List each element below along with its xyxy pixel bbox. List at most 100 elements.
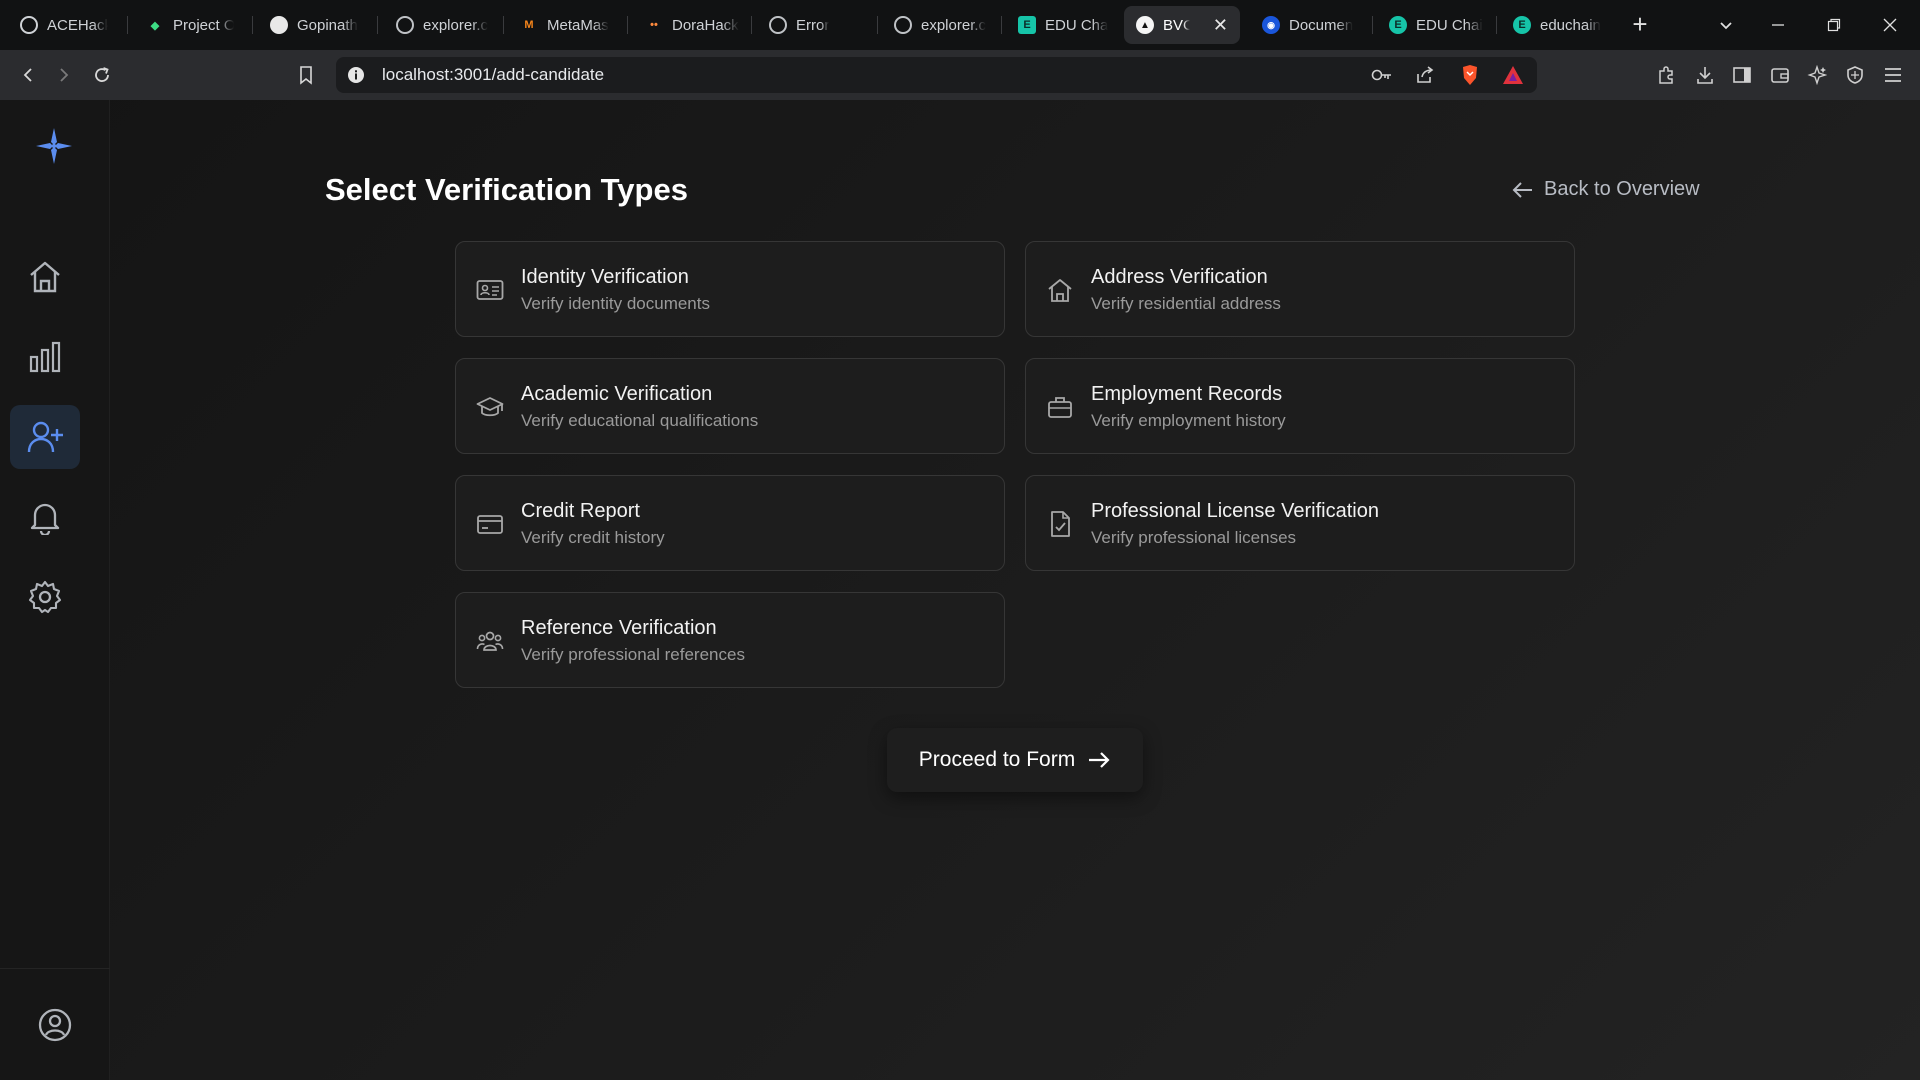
card-subtitle: Verify credit history [521, 528, 665, 547]
sidebar-item-home[interactable] [10, 245, 80, 309]
sidebar-item-add-candidate[interactable] [10, 405, 80, 469]
forward-nav-icon[interactable] [49, 60, 79, 90]
card-title: Credit Report [521, 500, 640, 522]
tab-search-chevron-icon[interactable] [1700, 0, 1752, 50]
site-info-icon[interactable] [343, 62, 369, 88]
sidebar-item-settings[interactable] [10, 565, 80, 629]
tab-divider [627, 16, 628, 34]
tab-divider [1001, 16, 1002, 34]
card-title: Address Verification [1091, 266, 1268, 288]
verification-card-employment[interactable]: Employment Records Verify employment his… [1025, 358, 1575, 454]
tab-label: EDU Cha [1045, 16, 1109, 34]
verification-card-academic[interactable]: Academic Verification Verify educational… [455, 358, 1005, 454]
sparkle-logo-icon[interactable] [34, 126, 74, 166]
tab-label: BVC [1163, 16, 1190, 34]
share-icon[interactable] [1412, 62, 1438, 88]
tab-label: Project O [173, 16, 234, 34]
user-plus-icon [27, 421, 63, 453]
tab-label: MetaMas [547, 16, 609, 34]
browser-tab[interactable]: explorer.c [882, 6, 1000, 44]
tab-label: Error [796, 16, 830, 34]
password-key-icon[interactable] [1369, 62, 1395, 88]
brave-rewards-icon[interactable] [1500, 62, 1526, 88]
arrow-left-icon [1512, 181, 1532, 198]
tab-divider [377, 16, 378, 34]
back-nav-icon[interactable] [13, 60, 43, 90]
close-tab-icon[interactable]: ✕ [1213, 15, 1228, 36]
verification-card-credit[interactable]: Credit Report Verify credit history [455, 475, 1005, 571]
card-title: Reference Verification [521, 617, 717, 639]
arrow-right-icon [1089, 752, 1110, 768]
sidebar [0, 100, 110, 1080]
browser-tab[interactable]: Error [757, 6, 877, 44]
tab-label: Documen [1289, 16, 1354, 34]
new-tab-icon[interactable]: + [1625, 8, 1655, 42]
menu-icon[interactable] [1880, 62, 1906, 88]
restore-icon[interactable] [1808, 0, 1860, 50]
back-to-overview-label: Back to Overview [1544, 178, 1700, 200]
close-window-icon[interactable] [1864, 0, 1916, 50]
reload-icon[interactable] [87, 60, 117, 90]
browser-tab[interactable]: E EDU Cha [1006, 6, 1124, 44]
page-title: Select Verification Types [325, 172, 688, 207]
card-title: Professional License Verification [1091, 500, 1379, 522]
sidebar-divider [0, 968, 110, 969]
card-subtitle: Verify educational qualifications [521, 411, 759, 430]
user-circle-icon[interactable] [37, 1007, 73, 1043]
card-title: Employment Records [1091, 383, 1283, 405]
downloads-icon[interactable] [1692, 62, 1718, 88]
tab-label: explorer.c [921, 16, 987, 34]
edu-circle-icon: E [1513, 16, 1531, 34]
leo-ai-icon[interactable] [1804, 62, 1830, 88]
brave-shield-icon[interactable] [1457, 62, 1483, 88]
card-subtitle: Verify residential address [1091, 294, 1281, 313]
sidebar-toggle-icon[interactable] [1729, 62, 1755, 88]
credit-card-icon [477, 515, 503, 534]
tab-divider [877, 16, 878, 34]
browser-tab[interactable]: ◆ Project O [134, 6, 246, 44]
document-check-icon [1051, 511, 1070, 537]
verification-card-address[interactable]: Address Verification Verify residential … [1025, 241, 1575, 337]
verification-card-identity[interactable]: Identity Verification Verify identity do… [455, 241, 1005, 337]
extensions-icon[interactable] [1653, 62, 1679, 88]
browser-tab-active[interactable]: ▲ BVC ✕ [1124, 6, 1240, 44]
verification-card-professional-license[interactable]: Professional License Verification Verify… [1025, 475, 1575, 571]
tab-label: explorer.c [423, 16, 489, 34]
url-text[interactable]: localhost:3001/add-candidate [382, 65, 604, 85]
sidebar-item-notifications[interactable] [10, 485, 80, 549]
metamask-icon: M [524, 19, 534, 31]
browser-tab[interactable]: ◉ Documen [1250, 6, 1370, 44]
card-title: Academic Verification [521, 383, 713, 405]
verification-card-reference[interactable]: Reference Verification Verify profession… [455, 592, 1005, 688]
wallet-icon[interactable] [1767, 62, 1793, 88]
gear-icon [28, 580, 62, 614]
browser-tab[interactable]: Gopinath [258, 6, 372, 44]
browser-tab[interactable]: M MetaMas [508, 6, 626, 44]
globe-icon [769, 16, 787, 34]
tab-divider [503, 16, 504, 34]
browser-tab[interactable]: •• DoraHack [633, 6, 753, 44]
tab-label: ACEHack [47, 16, 108, 34]
minimize-icon[interactable] [1752, 0, 1804, 50]
bookmark-icon[interactable] [291, 60, 321, 90]
browser-tab[interactable]: E educhain [1501, 6, 1619, 44]
github-icon [270, 16, 288, 34]
browser-tab[interactable]: explorer.c [384, 6, 502, 44]
edu-circle-icon: E [1389, 16, 1407, 34]
browser-tab[interactable]: ACEHack [8, 6, 120, 44]
vpn-shield-icon[interactable] [1842, 62, 1868, 88]
globe-icon [396, 16, 414, 34]
tab-label: Gopinath [297, 16, 358, 34]
tab-divider [751, 16, 752, 34]
dorahacks-icon: •• [650, 19, 658, 31]
tab-divider [252, 16, 253, 34]
card-subtitle: Verify professional references [521, 645, 745, 664]
card-subtitle: Verify employment history [1091, 411, 1286, 430]
sidebar-item-analytics[interactable] [10, 325, 80, 389]
proceed-to-form-button[interactable]: Proceed to Form [887, 728, 1143, 792]
back-to-overview-link[interactable]: Back to Overview [1512, 178, 1700, 201]
proceed-label: Proceed to Form [918, 748, 1076, 771]
home-icon [30, 261, 60, 293]
browser-tab-strip: ACEHack ◆ Project O Gopinath explorer.c … [0, 0, 1920, 50]
browser-tab[interactable]: E EDU Chai [1377, 6, 1495, 44]
